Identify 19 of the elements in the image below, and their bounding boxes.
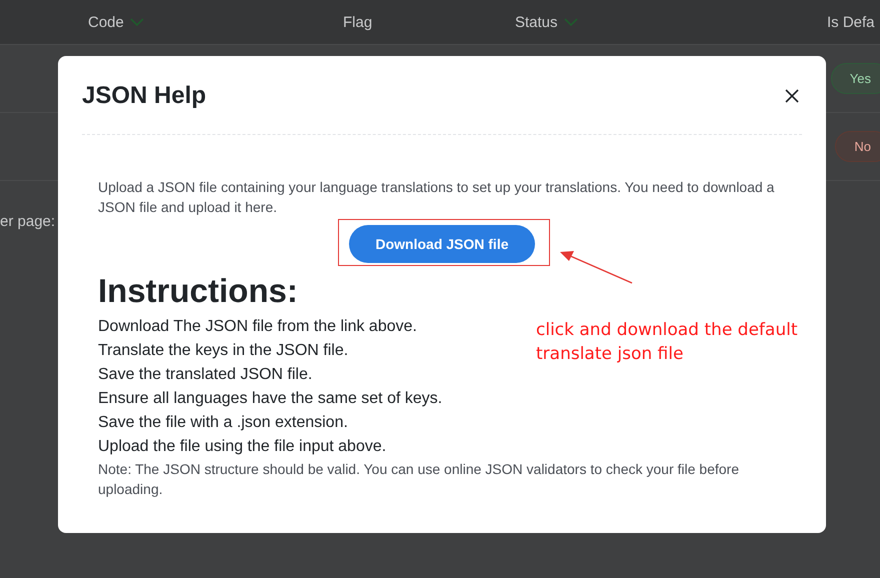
instruction-step: Ensure all languages have the same set of keys. [98, 387, 442, 411]
per-page-label: er page: [0, 213, 56, 230]
instruction-step: Save the file with a .json extension. [98, 411, 348, 435]
note-text: Note: The JSON structure should be valid. You can use online JSON validators to check your file before uploading. [98, 460, 740, 499]
dialog-title: JSON Help [82, 82, 206, 110]
instruction-step: Translate the keys in the JSON file. [98, 339, 348, 363]
column-header[interactable]: Code [88, 14, 343, 30]
download-button[interactable]: Download JSON file [349, 225, 534, 263]
instruction-step: Download The JSON file from the link above. [98, 315, 417, 339]
instruction-step: Save the translated JSON file. [98, 363, 312, 387]
intro-text: Upload a JSON file containing your language translations to set up your translations. You need to download a JSON file and upload it here. [98, 178, 776, 217]
status-badge: No [835, 131, 880, 162]
status-badge: Yes [830, 63, 880, 94]
instructions-heading: Instructions: [98, 273, 299, 309]
annotation-text: click and download the default translate json file [536, 319, 798, 366]
column-header[interactable]: Flag [343, 14, 515, 30]
column-header[interactable]: Is Defa [827, 14, 880, 30]
instruction-step: Upload the file using the file input above. [98, 435, 386, 459]
column-header[interactable]: Status [515, 14, 827, 30]
